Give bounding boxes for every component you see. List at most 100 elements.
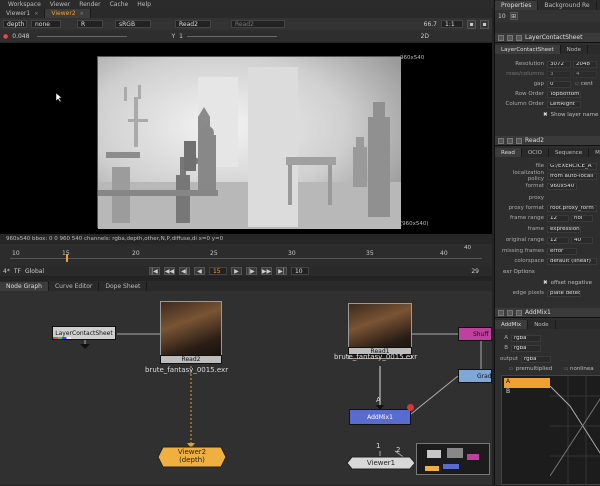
checkbox-checked-icon[interactable]: ✖ <box>543 112 548 118</box>
channel3-dropdown[interactable]: R <box>77 20 103 28</box>
columns-field[interactable]: 4 <box>573 70 597 78</box>
proxy-format-dropdown[interactable]: root.proxy_form <box>547 204 597 212</box>
checkbox-icon[interactable]: ▫ <box>564 366 568 372</box>
play-back-icon[interactable]: ◀ <box>193 267 205 275</box>
lock-icon[interactable]: ▪ <box>467 19 476 29</box>
b-channel-dropdown[interactable]: rgba <box>511 344 541 352</box>
frame-end-field[interactable]: hol <box>571 214 593 222</box>
current-frame[interactable]: 15 <box>208 267 227 275</box>
output-dropdown[interactable]: rgba <box>521 355 551 363</box>
menu-item-help[interactable]: Help <box>137 1 151 8</box>
gamma-value[interactable]: 1 <box>179 33 183 40</box>
original-end-field[interactable]: 40 <box>571 236 593 244</box>
lcs-title[interactable]: LayerContactSheet <box>525 34 582 41</box>
resolution-h-field[interactable]: 2048 <box>573 60 597 68</box>
color-icon[interactable] <box>516 309 522 316</box>
gap-field[interactable]: 0 <box>547 80 571 88</box>
exr-options-row[interactable]: exr Options <box>503 268 535 276</box>
input-b-dropdown[interactable]: Read2 <box>231 20 285 28</box>
curve-b-item[interactable]: B <box>504 388 550 396</box>
missing-frames-dropdown[interactable]: error <box>547 247 577 255</box>
original-start-field[interactable]: 12 <box>547 236 569 244</box>
playhead[interactable] <box>66 254 68 262</box>
first-frame-icon[interactable]: |◀ <box>148 267 160 275</box>
mode-dropdown[interactable]: 2D <box>421 33 429 40</box>
edge-pixels-dropdown[interactable]: plate detect <box>547 289 581 297</box>
addmix1-node[interactable]: AddMix1 <box>349 409 411 425</box>
format-dropdown[interactable]: 960x540 <box>547 182 577 190</box>
tab-sequence[interactable]: Sequence <box>549 148 590 157</box>
tab-dope-sheet[interactable]: Dope Sheet <box>99 282 148 291</box>
tab-properties[interactable]: Properties <box>495 1 539 10</box>
grade-node[interactable]: Grad <box>458 369 492 383</box>
center-checkbox[interactable]: ▫ <box>575 81 579 87</box>
checkbox-checked-icon[interactable]: ✖ <box>543 280 548 286</box>
curve-editor[interactable]: A B <box>501 375 600 486</box>
menu-item-render[interactable]: Render <box>79 1 100 8</box>
viewer-canvas[interactable]: 960x540 (960x540) <box>0 43 492 234</box>
close-icon[interactable]: × <box>34 11 38 17</box>
collapse-icon[interactable] <box>498 137 504 144</box>
tab-ocio[interactable]: OCIO <box>522 148 549 157</box>
resolution-w-field[interactable]: 3072 <box>547 60 571 68</box>
rows-field[interactable]: 3 <box>547 70 571 78</box>
read2-node[interactable]: Read2 <box>160 355 222 364</box>
frame-start-field[interactable]: 12 <box>547 214 569 222</box>
color-icon[interactable] <box>516 34 522 41</box>
ratio-dropdown[interactable]: 1:1 <box>441 20 463 28</box>
collapse-icon[interactable] <box>498 34 504 41</box>
range-dropdown[interactable]: Global <box>25 268 55 275</box>
timeline[interactable]: 10 15 20 25 30 35 40 40 <box>0 244 492 266</box>
addmix-title[interactable]: AddMix1 <box>525 309 551 316</box>
play-icon[interactable]: ▶ <box>230 267 242 275</box>
colorspace-dropdown[interactable]: default (linear) <box>547 257 597 265</box>
colorspace-dropdown[interactable]: sRGB <box>115 20 151 28</box>
tab-read[interactable]: Read <box>495 148 522 157</box>
menu-item-workspace[interactable]: Workspace <box>8 1 41 8</box>
next-key-icon[interactable]: ▶▶ <box>260 267 272 275</box>
tab-lcs[interactable]: LayerContactSheet <box>495 45 561 54</box>
prev-frame-icon[interactable]: ◀| <box>178 267 190 275</box>
tab-curve-editor[interactable]: Curve Editor <box>49 282 100 291</box>
lcs-header[interactable]: LayerContactSheet <box>495 33 600 43</box>
tab-addmix[interactable]: AddMix <box>495 320 529 329</box>
close-icon[interactable]: × <box>80 11 84 17</box>
tab-addmix-node[interactable]: Node <box>528 320 556 329</box>
localization-dropdown[interactable]: from auto-locali <box>547 172 597 180</box>
clear-icon[interactable]: ⊞ <box>509 12 518 20</box>
panel-count[interactable]: 10 <box>498 13 506 20</box>
tf-dropdown[interactable]: TF <box>14 268 21 275</box>
tab-metadata[interactable]: Me <box>589 148 600 157</box>
row-order-dropdown[interactable]: TopBottom <box>547 90 581 98</box>
prev-key-icon[interactable]: ◀◀ <box>163 267 175 275</box>
channels-dropdown[interactable]: depth <box>3 20 27 28</box>
read-title[interactable]: Read2 <box>525 137 544 144</box>
addmix-header[interactable]: AddMix1 <box>495 308 600 318</box>
curve-a-item[interactable]: A <box>504 378 550 388</box>
collapse-icon[interactable] <box>498 309 504 316</box>
curve-graph[interactable] <box>550 376 600 486</box>
exr-options-label[interactable]: exr Options <box>503 269 535 275</box>
graph-minimap[interactable] <box>416 443 490 475</box>
frame-mode-dropdown[interactable]: expression <box>547 225 581 233</box>
tab-lcs-node[interactable]: Node <box>561 45 588 54</box>
gain-slider[interactable] <box>37 35 128 37</box>
settings-icon[interactable]: ▪ <box>480 19 489 29</box>
tab-node-graph[interactable]: Node Graph <box>0 282 49 291</box>
tab-viewer1[interactable]: Viewer1 × <box>0 9 46 18</box>
gain-value[interactable]: 0.048 <box>12 33 29 40</box>
input-a-dropdown[interactable]: Read2 <box>175 20 211 28</box>
timeline-end[interactable]: 40 <box>464 245 471 251</box>
node-graph[interactable]: LayerContactSheet Read2 brute_fantasy_00… <box>0 291 492 485</box>
checkbox-icon[interactable]: ▫ <box>509 366 513 372</box>
zoom-value[interactable]: 66.7 <box>424 21 437 28</box>
a-channel-dropdown[interactable]: rgba <box>511 334 541 342</box>
read2-header[interactable]: Read2 <box>495 136 600 146</box>
read2-thumbnail[interactable] <box>160 301 222 363</box>
rate-dropdown[interactable]: 4* <box>3 268 10 275</box>
channel2-dropdown[interactable]: none <box>31 20 61 28</box>
menu-item-viewer[interactable]: Viewer <box>50 1 70 8</box>
step-field[interactable]: 10 <box>290 267 309 275</box>
menu-item-cache[interactable]: Cache <box>110 1 129 8</box>
tab-viewer2[interactable]: Viewer2 × <box>45 9 91 18</box>
